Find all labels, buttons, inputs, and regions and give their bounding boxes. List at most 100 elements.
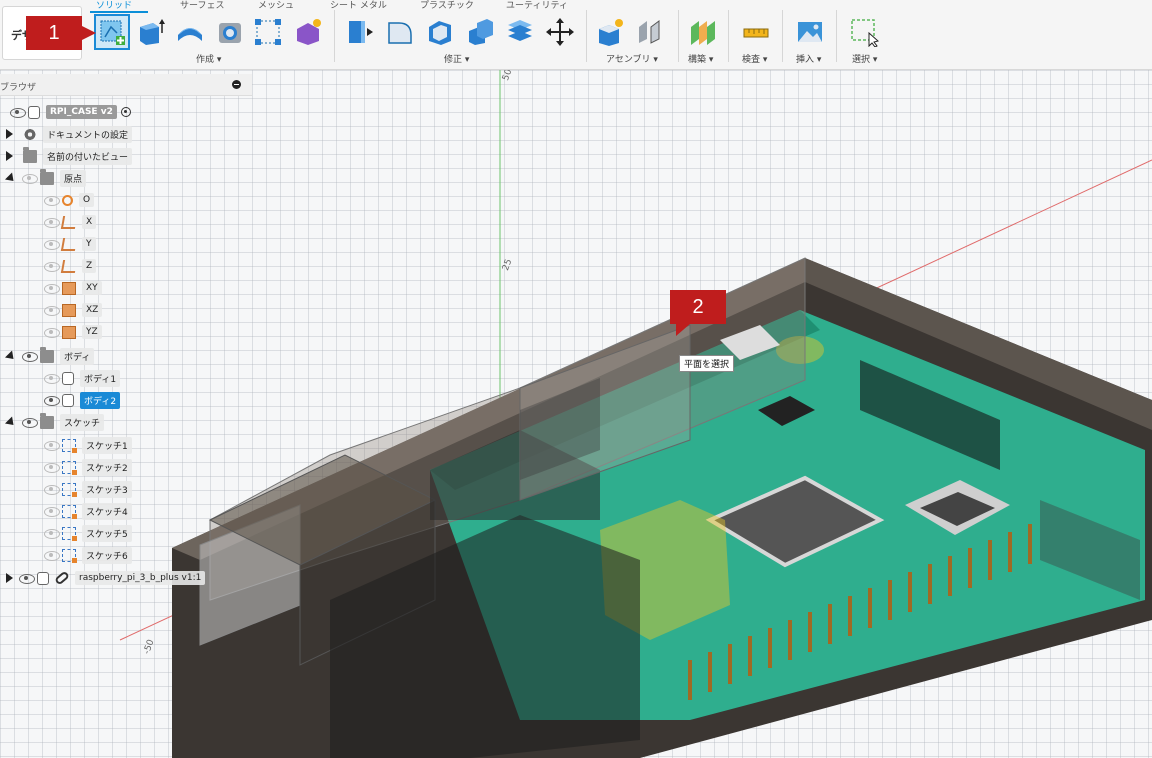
visibility-eye-icon[interactable] [44,261,60,272]
inspect-menu[interactable]: 検査 ▾ [742,52,767,65]
sketch-icon [62,526,77,541]
tree-item-sketch3[interactable]: スケッチ3 [44,479,132,499]
press-pull-button[interactable] [344,16,376,48]
visibility-eye-icon[interactable] [44,506,60,517]
visibility-eye-icon[interactable] [19,573,35,584]
expand-arrow-icon[interactable] [6,151,13,161]
tree-item-component[interactable]: raspberry_pi_3_b_plus v1:1 [6,568,206,588]
component-icon [37,571,49,585]
expand-arrow-icon[interactable] [6,573,13,583]
visibility-eye-icon[interactable] [44,305,60,316]
visibility-eye-icon[interactable] [44,239,60,250]
visibility-eye-icon[interactable] [44,462,60,473]
tree-item-x-axis[interactable]: X [44,212,97,232]
create-menu[interactable]: 作成 ▾ [196,52,221,65]
new-component-button[interactable] [594,16,626,48]
assemble-menu[interactable]: アセンブリ ▾ [606,52,658,65]
visibility-eye-icon[interactable] [44,440,60,451]
tree-item-label: スケッチ [60,413,105,431]
folder-icon [40,412,54,429]
visibility-eye-icon[interactable] [44,484,60,495]
tree-item-sketch4[interactable]: スケッチ4 [44,501,132,521]
visibility-eye-icon[interactable] [22,417,38,428]
tree-item-sketches[interactable]: スケッチ [4,412,105,432]
joint-button[interactable] [634,16,666,48]
visibility-eye-icon[interactable] [22,173,38,184]
step-callout-1: 1 [26,16,96,50]
visibility-eye-icon[interactable] [44,283,60,294]
tree-item-body1[interactable]: ボディ1 [44,368,121,388]
fillet-button[interactable] [384,16,416,48]
visibility-eye-icon[interactable] [22,351,38,362]
create-sketch-button[interactable] [94,14,130,50]
offset-plane-button[interactable] [686,16,718,48]
tree-item-label: スケッチ3 [82,480,132,498]
tab-surface[interactable]: サーフェス [180,0,224,11]
visibility-eye-icon[interactable] [44,373,60,384]
visibility-eye-icon[interactable] [10,107,26,118]
move-button[interactable] [544,16,576,48]
extrude-button[interactable] [134,16,166,48]
construct-menu[interactable]: 構築 ▾ [688,52,713,65]
root-component-label: RPI_CASE v2 [46,105,117,119]
visibility-eye-icon[interactable] [44,550,60,561]
tree-item-sketch5[interactable]: スケッチ5 [44,523,132,543]
press-pull-icon [349,21,373,43]
tree-item-origin-point[interactable]: O [44,190,95,210]
origin-point-icon [62,194,73,206]
visibility-eye-icon[interactable] [44,528,60,539]
tree-item-xz-plane[interactable]: XZ [44,300,103,320]
tree-item-label: X [82,215,97,229]
collapse-arrow-icon[interactable] [4,415,18,429]
tree-item-doc-settings[interactable]: ドキュメントの設定 [6,124,133,144]
collapse-arrow-icon[interactable] [4,349,18,363]
plane-icon [62,281,76,295]
tree-item-sketch1[interactable]: スケッチ1 [44,435,132,455]
axis-icon [60,215,78,229]
tree-item-body2[interactable]: ボディ2 [44,390,121,410]
collapse-panel-icon[interactable] [232,80,241,89]
joint-icon [639,20,660,44]
create-form-button[interactable] [292,16,324,48]
insert-menu[interactable]: 挿入 ▾ [796,52,821,65]
tree-item-label: O [79,193,95,207]
tab-sheet-metal[interactable]: シート メタル [330,0,387,11]
tree-item-yz-plane[interactable]: YZ [44,322,102,342]
select-menu[interactable]: 選択 ▾ [852,52,877,65]
split-body-button[interactable] [504,16,536,48]
tab-utility[interactable]: ユーティリティ [506,0,568,11]
measure-button[interactable] [740,16,772,48]
divider [728,10,729,62]
tree-item-origin[interactable]: 原点 [4,168,87,188]
tab-plastic[interactable]: プラスチック [420,0,474,11]
tree-item-bodies[interactable]: ボディ [4,346,95,366]
revolve-button[interactable] [174,16,206,48]
tree-item-sketch6[interactable]: スケッチ6 [44,545,132,565]
tree-root[interactable]: RPI_CASE v2 [10,102,131,122]
tab-mesh[interactable]: メッシュ [258,0,294,11]
tree-item-y-axis[interactable]: Y [44,234,96,254]
expand-arrow-icon[interactable] [6,129,13,139]
modify-menu[interactable]: 修正 ▾ [444,52,469,65]
tree-item-sketch2[interactable]: スケッチ2 [44,457,132,477]
visibility-eye-icon[interactable] [44,195,60,206]
sketch-icon [62,548,77,563]
visibility-eye-icon[interactable] [44,395,60,406]
rectangle-pattern-button[interactable] [252,16,284,48]
body-icon [62,393,74,407]
tree-item-label: raspberry_pi_3_b_plus v1:1 [75,571,206,585]
insert-image-button[interactable] [794,16,826,48]
tree-item-named-views[interactable]: 名前の付いたビュー [6,146,133,166]
select-button[interactable] [848,16,880,48]
visibility-eye-icon[interactable] [44,217,60,228]
combine-button[interactable] [464,16,496,48]
tab-solid[interactable]: ソリッド [96,0,132,11]
hole-button[interactable] [214,16,246,48]
activate-radio-icon[interactable] [120,107,131,117]
tree-item-z-axis[interactable]: Z [44,256,97,276]
visibility-eye-icon[interactable] [44,327,60,338]
shell-button[interactable] [424,16,456,48]
browser-header: ブラウザ [0,74,252,96]
collapse-arrow-icon[interactable] [4,171,18,185]
tree-item-xy-plane[interactable]: XY [44,278,102,298]
